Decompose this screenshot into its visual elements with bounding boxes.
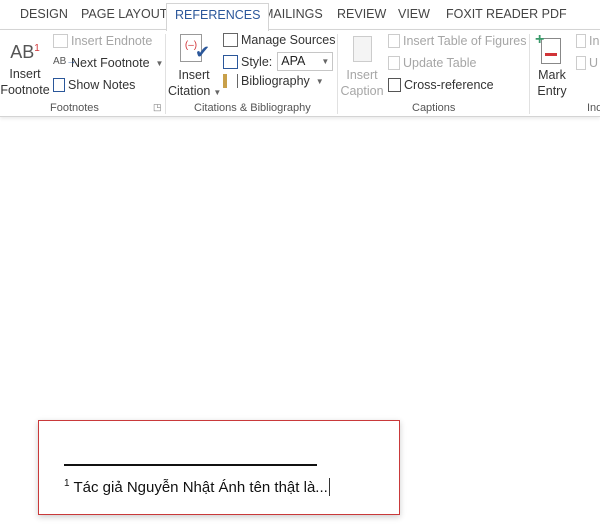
text-cursor xyxy=(328,478,330,496)
tab-mailings[interactable]: MAILINGS xyxy=(263,7,323,21)
show-notes-button[interactable]: Show Notes xyxy=(53,78,135,92)
footnote-highlight-box: 1 Tác giả Nguyễn Nhật Ánh tên thật là... xyxy=(38,420,400,515)
footnote-number: 1 xyxy=(64,478,70,489)
mark-entry-button[interactable]: + Mark Entry xyxy=(531,32,573,99)
insert-citation-label: Insert xyxy=(178,68,210,82)
cross-reference-label: Cross-reference xyxy=(404,78,494,92)
cross-reference-button[interactable]: Cross-reference xyxy=(388,78,494,92)
bibliography-button[interactable]: Bibliography ▼ xyxy=(223,74,324,88)
chevron-down-icon: ▼ xyxy=(213,88,222,97)
bibliography-icon xyxy=(223,74,238,88)
style-label: Style: xyxy=(241,54,273,69)
insert-endnote-button[interactable]: Insert Endnote xyxy=(53,34,152,48)
update-index-button[interactable]: U xyxy=(576,56,598,70)
group-divider xyxy=(529,34,530,114)
footnote-content: Tác giả Nguyễn Nhật Ánh tên thật là... xyxy=(73,479,328,496)
insert-caption-icon xyxy=(339,34,385,67)
group-label-index: Ind xyxy=(587,102,600,114)
dialog-launcher-icon[interactable]: ◳ xyxy=(153,102,162,113)
group-divider xyxy=(165,34,166,114)
update-table-button[interactable]: Update Table xyxy=(388,56,476,70)
manage-sources-button[interactable]: Manage Sources xyxy=(223,33,336,47)
footnote-icon: AB1 xyxy=(10,42,40,62)
insert-table-of-figures-button[interactable]: Insert Table of Figures xyxy=(388,34,526,48)
insert-index-label: In xyxy=(589,34,600,48)
footnote-separator xyxy=(64,464,317,466)
manage-sources-icon xyxy=(223,33,238,47)
ribbon-tabs: DESIGN PAGE LAYOUT REFERENCES MAILINGS R… xyxy=(0,0,600,31)
endnote-icon xyxy=(53,34,68,48)
tab-design[interactable]: DESIGN xyxy=(20,7,68,21)
insert-caption-label-2: Caption xyxy=(340,84,384,98)
insert-index-button[interactable]: In xyxy=(576,34,599,48)
insert-citation-label-2: Citation xyxy=(168,84,211,98)
chevron-down-icon: ▼ xyxy=(321,57,330,66)
tab-foxit-reader-pdf[interactable]: FOXIT READER PDF xyxy=(446,7,567,21)
insert-footnote-button[interactable]: AB1 Insert Footnote xyxy=(0,36,50,98)
tab-view[interactable]: VIEW xyxy=(398,7,430,21)
tab-page-layout[interactable]: PAGE LAYOUT xyxy=(81,7,167,21)
insert-index-icon xyxy=(576,34,586,48)
footnote-text[interactable]: 1 Tác giả Nguyễn Nhật Ánh tên thật là... xyxy=(64,478,330,496)
next-footnote-button[interactable]: AB→ Next Footnote ▼ xyxy=(53,56,163,70)
chevron-down-icon: ▼ xyxy=(315,76,324,86)
chevron-down-icon: ▼ xyxy=(155,58,164,68)
update-index-label: U xyxy=(589,56,599,70)
group-divider xyxy=(337,34,338,114)
style-icon xyxy=(223,54,238,69)
insert-table-of-figures-label: Insert Table of Figures xyxy=(403,34,527,48)
insert-footnote-label-2: Footnote xyxy=(0,83,50,97)
table-of-figures-icon xyxy=(388,34,400,48)
insert-footnote-label: Insert xyxy=(9,67,41,81)
style-dropdown[interactable]: Style: APA ▼ xyxy=(223,52,334,71)
update-index-icon xyxy=(576,56,586,70)
tab-references[interactable]: REFERENCES xyxy=(166,3,270,31)
mark-entry-icon: + xyxy=(531,32,573,67)
style-value: APA xyxy=(281,54,306,68)
ribbon: AB1 Insert Footnote Insert Endnote AB→ Ne… xyxy=(0,29,600,117)
insert-caption-label: Insert xyxy=(346,68,378,82)
update-table-label: Update Table xyxy=(403,56,477,70)
cross-reference-icon xyxy=(388,78,401,92)
group-label-footnotes: Footnotes xyxy=(50,102,99,114)
bibliography-label: Bibliography xyxy=(241,74,310,88)
update-table-icon xyxy=(388,56,400,70)
insert-caption-button[interactable]: Insert Caption xyxy=(339,34,385,99)
style-select[interactable]: APA ▼ xyxy=(277,52,334,71)
group-label-captions: Captions xyxy=(412,102,456,114)
next-footnote-label: Next Footnote xyxy=(71,56,150,70)
next-footnote-icon: AB→ xyxy=(53,56,77,67)
manage-sources-label: Manage Sources xyxy=(241,33,336,47)
mark-entry-label-2: Entry xyxy=(537,84,567,98)
tab-review[interactable]: REVIEW xyxy=(337,7,386,21)
insert-citation-icon: (–) ✔ xyxy=(168,34,220,67)
insert-citation-button[interactable]: (–) ✔ Insert Citation ▼ xyxy=(168,34,222,101)
group-label-citations: Citations & Bibliography xyxy=(194,102,311,114)
insert-endnote-label: Insert Endnote xyxy=(71,34,153,48)
show-notes-label: Show Notes xyxy=(68,78,136,92)
mark-entry-label: Mark xyxy=(538,68,566,82)
show-notes-icon xyxy=(53,78,65,92)
